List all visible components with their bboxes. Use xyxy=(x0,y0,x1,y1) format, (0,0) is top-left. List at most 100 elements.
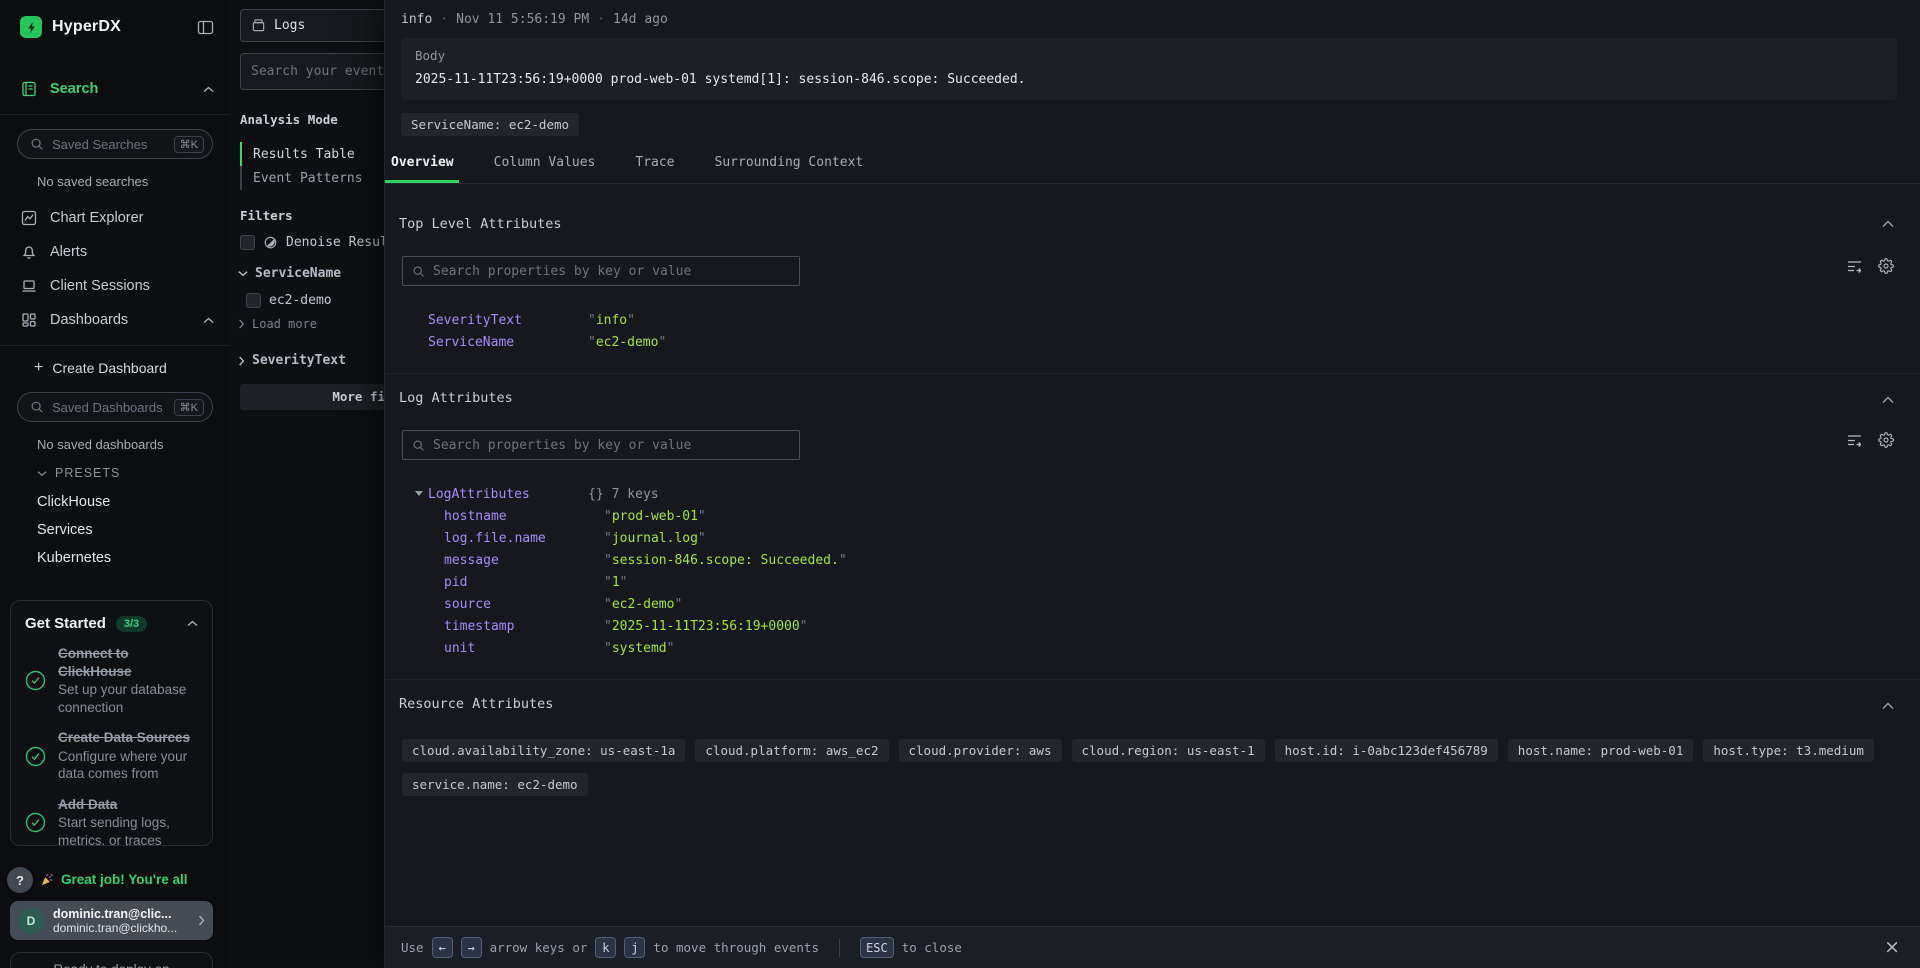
tab-overview[interactable]: Overview xyxy=(385,155,459,183)
tab-trace[interactable]: Trace xyxy=(629,155,679,183)
search-nav-icon xyxy=(21,81,37,97)
arrow-left-key: ← xyxy=(432,937,453,958)
attribute-value: 2025-11-11T23:56:19+0000 xyxy=(604,619,808,634)
attribute-row[interactable]: ServiceName ec2-demo xyxy=(428,331,1896,353)
user-email: dominic.tran@clickho... xyxy=(53,921,189,935)
attribute-tree-root[interactable]: LogAttributes {} 7 keys xyxy=(428,483,1896,505)
saved-searches-placeholder: Saved Searches xyxy=(52,137,166,152)
event-search-input[interactable]: Search your event xyxy=(240,53,384,90)
user-menu[interactable]: D dominic.tran@clic... dominic.tran@clic… xyxy=(10,901,213,940)
deploy-teaser-card[interactable]: Ready to deploy on xyxy=(10,952,213,968)
get-started-item[interactable]: Create Data Sources Configure where your… xyxy=(25,729,198,783)
source-selector-button[interactable]: Logs xyxy=(240,9,384,42)
severity-text: info xyxy=(401,12,432,27)
resource-tag[interactable]: host.name: prod-web-01 xyxy=(1508,739,1694,762)
attribute-value: prod-web-01 xyxy=(604,509,706,524)
avatar: D xyxy=(18,908,44,934)
grid-icon xyxy=(21,312,37,328)
service-name-tag[interactable]: ServiceName: ec2-demo xyxy=(401,113,579,136)
collapse-sidebar-icon[interactable] xyxy=(197,20,214,35)
caret-down-icon[interactable] xyxy=(415,491,423,496)
get-started-item[interactable]: Connect to ClickHouse Set up your databa… xyxy=(25,645,198,716)
sidebar-item-chart-explorer[interactable]: Chart Explorer xyxy=(0,201,230,235)
attribute-row[interactable]: SeverityText info xyxy=(428,309,1896,331)
sidebar-item-alerts[interactable]: Alerts xyxy=(0,235,230,269)
sidebar-item-search[interactable]: Search xyxy=(0,72,230,106)
load-more-button[interactable]: Load more xyxy=(238,317,384,331)
property-search-input[interactable]: Search properties by key or value xyxy=(402,430,800,460)
collapse-section-icon[interactable] xyxy=(1882,220,1894,228)
wrap-lines-icon[interactable] xyxy=(1846,258,1863,274)
saved-searches-input[interactable]: Saved Searches ⌘K xyxy=(17,129,213,159)
j-key: j xyxy=(624,937,645,958)
close-drawer-icon[interactable]: × xyxy=(1884,938,1900,957)
progress-badge: 3/3 xyxy=(116,616,147,632)
chevron-right-icon xyxy=(238,356,245,366)
mode-event-patterns[interactable]: Event Patterns xyxy=(240,166,384,190)
resource-tag[interactable]: cloud.provider: aws xyxy=(899,739,1062,762)
create-dashboard-button[interactable]: + Create Dashboard xyxy=(0,352,230,384)
attribute-row[interactable]: log.file.name journal.log xyxy=(428,527,1896,549)
filter-value-ec2-demo[interactable]: ec2-demo xyxy=(246,293,384,308)
attribute-row[interactable]: message session-846.scope: Succeeded. xyxy=(428,549,1896,571)
resource-tag[interactable]: cloud.availability_zone: us-east-1a xyxy=(402,739,685,762)
sidebar-item-label: Alerts xyxy=(50,244,214,260)
resource-tag[interactable]: cloud.region: us-east-1 xyxy=(1072,739,1265,762)
divider xyxy=(0,345,230,346)
attribute-row[interactable]: hostname prod-web-01 xyxy=(428,505,1896,527)
mode-results-table[interactable]: Results Table xyxy=(240,142,384,166)
checkbox[interactable] xyxy=(246,293,261,308)
preset-services[interactable]: Services xyxy=(0,516,230,544)
resource-tag[interactable]: host.id: i-0abc123def456789 xyxy=(1275,739,1498,762)
chevron-right-icon xyxy=(238,319,245,329)
sidebar-item-dashboards[interactable]: Dashboards xyxy=(0,303,230,337)
footer-text: to close xyxy=(902,940,962,955)
resource-tag[interactable]: cloud.platform: aws_ec2 xyxy=(695,739,888,762)
chevron-up-icon[interactable] xyxy=(187,620,198,627)
resource-tag[interactable]: service.name: ec2-demo xyxy=(402,773,588,796)
attribute-row[interactable]: unit systemd xyxy=(428,637,1896,659)
tab-column-values[interactable]: Column Values xyxy=(488,155,601,183)
gear-icon[interactable] xyxy=(1878,258,1894,274)
get-started-title: Get Started xyxy=(25,615,106,632)
preset-clickhouse[interactable]: ClickHouse xyxy=(0,488,230,516)
detail-content: Top Level Attributes Search properties b… xyxy=(385,184,1920,926)
collapse-section-icon[interactable] xyxy=(1882,396,1894,404)
attribute-value: session-846.scope: Succeeded. xyxy=(604,553,847,568)
sidebar-item-client-sessions[interactable]: Client Sessions xyxy=(0,269,230,303)
key-count: 7 keys xyxy=(612,487,659,502)
chevron-down-icon xyxy=(238,270,248,277)
wrap-lines-icon[interactable] xyxy=(1846,432,1863,448)
chevron-up-icon[interactable] xyxy=(203,86,214,93)
arrow-right-key: → xyxy=(461,937,482,958)
get-started-item[interactable]: Add Data Start sending logs, metrics, or… xyxy=(25,796,198,846)
filter-group-servicename[interactable]: ServiceName xyxy=(238,266,384,281)
resource-tag[interactable]: host.type: t3.medium xyxy=(1703,739,1874,762)
attribute-row[interactable]: timestamp 2025-11-11T23:56:19+0000 xyxy=(428,615,1896,637)
chevron-up-icon[interactable] xyxy=(203,317,214,324)
collapse-section-icon[interactable] xyxy=(1882,702,1894,710)
footer-text: arrow keys or xyxy=(490,940,588,955)
laptop-icon xyxy=(21,278,37,294)
tab-surrounding-context[interactable]: Surrounding Context xyxy=(709,155,869,183)
search-icon xyxy=(30,137,44,151)
filter-group-severitytext[interactable]: SeverityText xyxy=(238,353,384,368)
presets-toggle[interactable]: PRESETS xyxy=(37,466,230,480)
denoise-filter-row[interactable]: Denoise Resul xyxy=(240,235,384,250)
help-button[interactable]: ? xyxy=(7,867,33,893)
more-filters-button[interactable]: More filte xyxy=(240,384,384,410)
preset-kubernetes[interactable]: Kubernetes xyxy=(0,544,230,572)
bell-icon xyxy=(21,244,37,260)
checkbox[interactable] xyxy=(240,235,255,250)
section-top-level-attributes: Top Level Attributes Search properties b… xyxy=(385,184,1920,374)
attribute-row[interactable]: source ec2-demo xyxy=(428,593,1896,615)
attribute-row[interactable]: pid 1 xyxy=(428,571,1896,593)
saved-dashboards-input[interactable]: Saved Dashboards ⌘K xyxy=(17,392,213,422)
shortcut-badge: ⌘K xyxy=(174,399,204,416)
attribute-key: hostname xyxy=(444,509,604,524)
task-desc: Set up your database connection xyxy=(58,681,198,716)
property-search-input[interactable]: Search properties by key or value xyxy=(402,256,800,286)
section-title: Resource Attributes xyxy=(399,696,1896,712)
section-title: Log Attributes xyxy=(399,390,1896,406)
gear-icon[interactable] xyxy=(1878,432,1894,448)
